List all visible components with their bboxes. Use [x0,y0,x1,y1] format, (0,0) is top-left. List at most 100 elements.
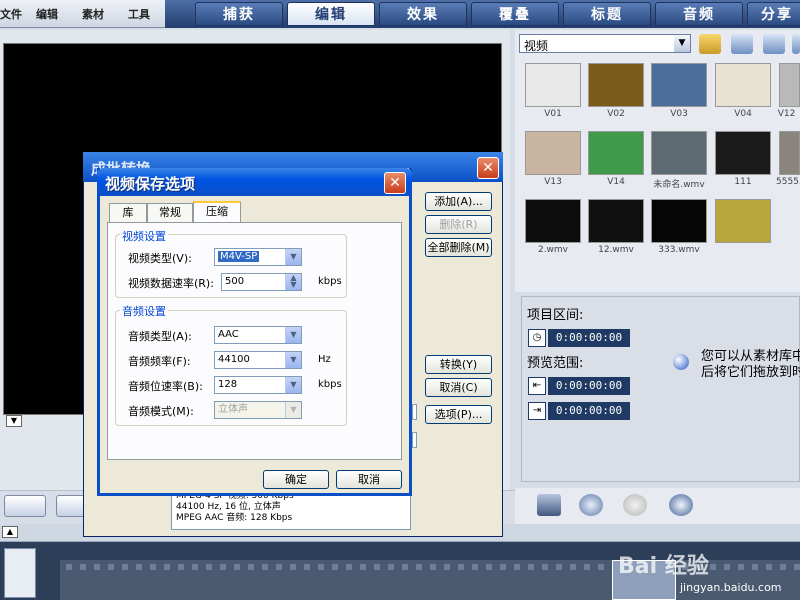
cancel-button[interactable]: 取消 [336,470,402,489]
bitrate-value: 500 [225,276,245,287]
library-category-select[interactable]: 视频 ▼ [519,34,691,53]
film-perforation [444,564,450,570]
library-thumbnail[interactable] [651,63,707,107]
library-thumbnail[interactable] [715,131,771,175]
library-thumbnail[interactable] [651,131,707,175]
audio-type-select[interactable]: AAC ▼ [214,326,302,344]
film-perforation [458,564,464,570]
bitrate-label: 视频数据速率(R): [128,277,214,290]
tab-library[interactable]: 库 [109,203,147,222]
audio-type-label: 音频类型(A): [128,330,192,343]
convert-button[interactable]: 转换(Y) [425,355,492,374]
menu-file[interactable]: 文件 [0,6,22,22]
film-perforation [94,564,100,570]
tab-capture[interactable]: 捕获 [195,2,283,26]
output-field[interactable] [412,404,417,420]
delete-all-button[interactable]: 全部删除(M) [425,238,492,257]
audio-type-value: AAC [218,329,239,340]
video-type-label: 视频类型(V): [128,252,192,265]
collapse-icon[interactable]: ▲ [2,526,18,538]
film-perforation [304,564,310,570]
audio-freq-select[interactable]: 44100 ▼ [214,351,302,369]
tab-edit[interactable]: 编辑 [287,2,375,26]
info-line: MPEG AAC 音频: 128 Kbps [176,513,293,523]
menu-edit[interactable]: 编辑 [36,6,58,22]
audio-mode-label: 音频模式(M): [128,405,194,418]
tab-general[interactable]: 常规 [147,203,193,222]
options-button[interactable]: 选项(P)... [425,405,492,424]
tab-compression[interactable]: 压缩 [193,201,241,223]
batch-convert-icon[interactable] [537,494,561,516]
export-icon[interactable] [579,494,603,516]
folder-icon[interactable] [699,34,721,54]
chevron-down-icon: ▼ [285,402,301,418]
thumbnail-label: V02 [607,109,625,119]
preview-start-time[interactable]: 0:00:00:00 [548,377,630,395]
add-button[interactable]: 添加(A)... [425,192,492,211]
audio-mode-value: 立体声 [218,404,248,415]
library-thumbnail[interactable] [525,131,581,175]
preview-end-time[interactable]: 0:00:00:00 [548,402,630,420]
film-perforation [360,564,366,570]
output-folder-field[interactable] [412,432,417,448]
dialog-close-icon[interactable]: ✕ [384,172,406,194]
film-perforation [542,564,548,570]
library-thumbnail[interactable] [588,199,644,243]
chevron-down-icon: ▼ [674,35,690,52]
menu-clip[interactable]: 素材 [82,6,104,22]
film-perforation [220,564,226,570]
project-duration[interactable]: 0:00:00:00 [548,329,630,347]
film-perforation [388,564,394,570]
film-perforation [374,564,380,570]
tab-share[interactable]: 分享 [747,2,800,26]
audio-bitrate-select[interactable]: 128 ▼ [214,376,302,394]
bitrate-stepper[interactable]: 500 ▲ ▼ [221,273,302,291]
mark-in-icon[interactable]: ⇤ [528,377,546,395]
film-perforation [150,564,156,570]
video-settings-title: 视频设置 [120,228,168,244]
library-category-value: 视频 [524,39,549,53]
thumbnail-label: 2.wmv [537,245,569,255]
right-toolbar [515,488,800,524]
chevron-down-icon: ▼ [285,327,301,343]
storyboard-view-button[interactable] [4,495,46,517]
dialog-titlebar: 视频保存选项 [97,168,412,196]
film-perforation [108,564,114,570]
library-thumbnail[interactable] [651,199,707,243]
bg-cancel-button[interactable]: 取消(C) [425,378,492,397]
ok-button[interactable]: 确定 [263,470,329,489]
audio-bitrate-value: 128 [218,379,238,390]
library-thumbnail[interactable] [525,63,581,107]
recycle-icon[interactable] [623,494,647,516]
chevron-down-icon: ▼ [285,352,301,368]
film-perforation [80,564,86,570]
library-thumbnail[interactable] [715,199,771,243]
sort-icon[interactable] [731,34,753,54]
tab-title[interactable]: 标题 [563,2,651,26]
film-perforation [528,564,534,570]
library-thumbnail[interactable] [779,131,800,175]
menu-tools[interactable]: 工具 [128,6,150,22]
thumbnail-label: 12.wmv [598,245,634,255]
film-perforation [234,564,240,570]
thumbnail-label: 未命名.wmv [653,180,705,190]
close-icon[interactable]: ✕ [477,157,499,179]
video-track-icon[interactable] [4,548,36,598]
mark-out-icon[interactable]: ⇥ [528,402,546,420]
dvd-icon[interactable] [669,494,693,516]
view-options-icon[interactable] [763,34,785,54]
expand-icon[interactable] [792,34,800,54]
thumbnail-label: V03 [670,109,688,119]
thumbnail-label: V13 [544,177,562,187]
library-thumbnail[interactable] [779,63,800,107]
tab-overlay[interactable]: 覆叠 [471,2,559,26]
library-thumbnail[interactable] [715,63,771,107]
video-type-select[interactable]: M4V-SP ▼ [214,248,302,266]
thumbnail-label: V12 [777,109,796,119]
tab-audio[interactable]: 音频 [655,2,743,26]
tab-effect[interactable]: 效果 [379,2,467,26]
library-thumbnail[interactable] [588,63,644,107]
library-thumbnail[interactable] [588,131,644,175]
library-thumbnail[interactable] [525,199,581,243]
scrub-handle-icon[interactable]: ▼ [6,415,22,427]
